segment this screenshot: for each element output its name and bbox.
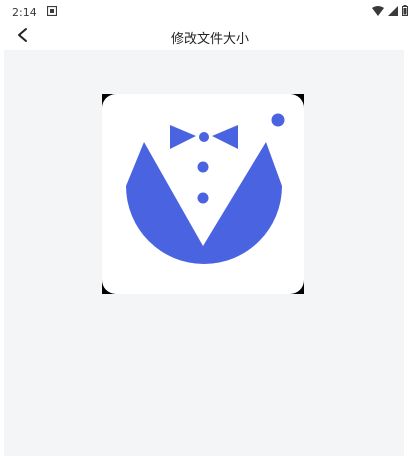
notification-icon xyxy=(46,5,57,19)
back-button[interactable] xyxy=(10,24,36,50)
tuxedo-logo-image xyxy=(102,94,304,294)
image-preview xyxy=(102,94,304,294)
cellular-signal-icon xyxy=(388,5,398,19)
status-bar-left: 2:14 xyxy=(0,5,57,19)
wifi-icon xyxy=(372,5,384,19)
preview-area xyxy=(4,50,404,456)
status-bar: 2:14 xyxy=(0,0,420,24)
app-bar: 修改文件大小 xyxy=(0,24,420,50)
page-title: 修改文件大小 xyxy=(170,31,249,47)
battery-icon xyxy=(402,5,408,19)
back-arrow-icon xyxy=(16,27,30,47)
status-time: 2:14 xyxy=(12,5,37,19)
status-bar-right xyxy=(372,5,420,19)
